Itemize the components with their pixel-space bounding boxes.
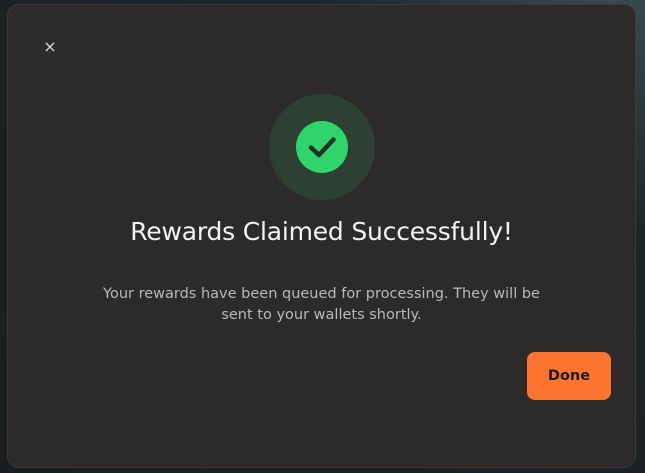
modal-title: Rewards Claimed Successfully!: [130, 217, 513, 246]
success-modal: × Rewards Claimed Successfully! Your rew…: [7, 4, 636, 468]
modal-message: Your rewards have been queued for proces…: [103, 286, 540, 323]
success-badge: [269, 94, 375, 200]
close-icon[interactable]: ×: [42, 39, 58, 55]
checkmark-icon: [296, 121, 348, 173]
done-button[interactable]: Done: [527, 352, 611, 400]
